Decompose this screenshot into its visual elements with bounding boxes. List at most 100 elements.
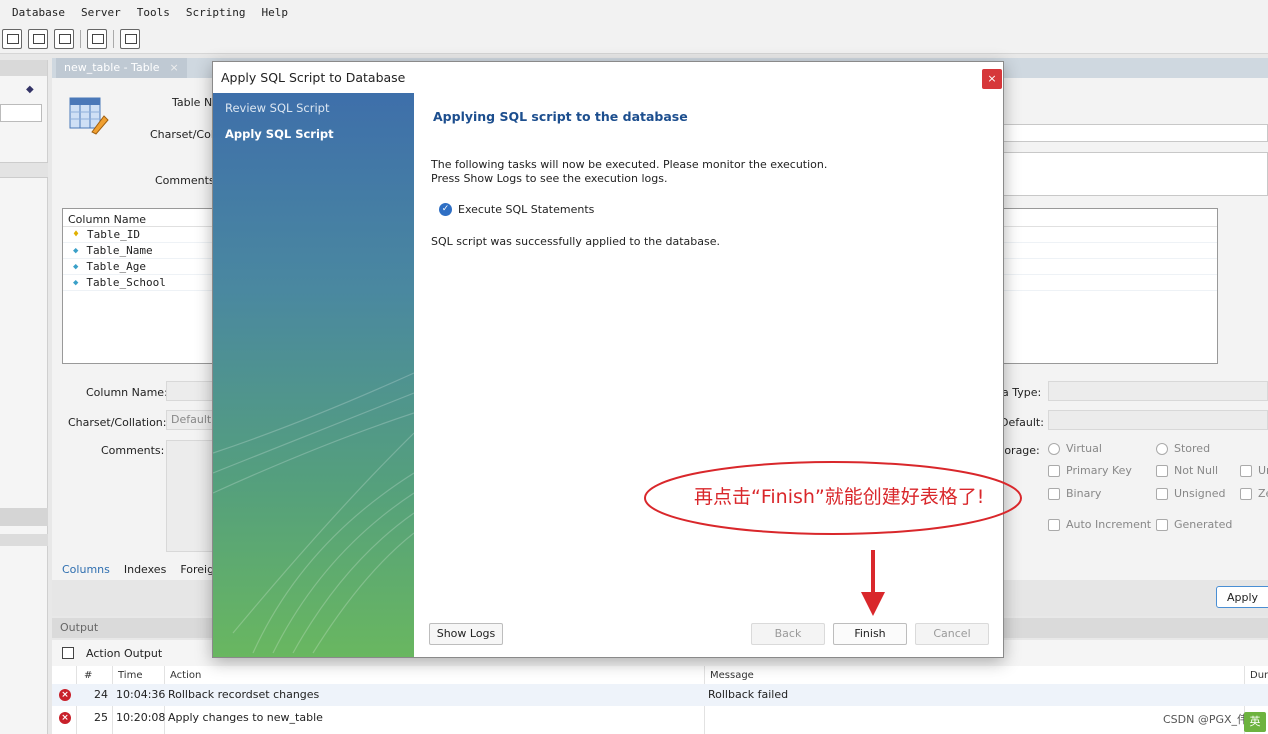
finish-button[interactable]: Finish	[833, 623, 907, 645]
column-name-field[interactable]	[166, 381, 214, 401]
tab-indexes[interactable]: Indexes	[124, 563, 166, 576]
inspect-icon[interactable]	[54, 28, 74, 49]
column-charset-select[interactable]: Default C	[166, 410, 214, 430]
data-type-label: a Type:	[1002, 386, 1042, 399]
intro-text: Press Show Logs to see the execution log…	[431, 172, 668, 185]
ime-indicator[interactable]: 英	[1244, 712, 1266, 732]
row-number: 24	[94, 688, 108, 701]
column-name: Table_School	[86, 276, 166, 289]
row-action: Apply changes to new_table	[168, 711, 323, 724]
col-time-header: Time	[118, 670, 143, 681]
close-icon[interactable]: ×	[982, 69, 1002, 89]
checkbox-box	[1048, 487, 1060, 500]
output-table: # Time Action Message Dur × 24 10:04:36 …	[52, 666, 1268, 734]
new-query-icon[interactable]	[2, 28, 22, 49]
tab-columns[interactable]: Columns	[62, 563, 110, 576]
checkbox-box	[1240, 464, 1252, 477]
table-name-label: Table N	[172, 96, 213, 109]
auto-increment-label: Auto Increment	[1066, 518, 1152, 531]
close-tab-icon[interactable]: ×	[170, 61, 179, 74]
row-time: 10:04:36	[116, 688, 166, 701]
col-action-header: Action	[170, 670, 202, 681]
stored-radio[interactable]: Stored	[1156, 442, 1210, 455]
binary-checkbox[interactable]: Binary	[1048, 487, 1101, 500]
copy-icon[interactable]	[62, 647, 74, 659]
checkbox-box	[1048, 518, 1060, 531]
menu-bar: Database Server Tools Scripting Help	[0, 0, 1268, 24]
default-field[interactable]	[1048, 410, 1268, 430]
navigator-section-bar	[0, 162, 48, 178]
table-row[interactable]: × 24 10:04:36 Rollback recordset changes…	[52, 684, 1268, 706]
back-button[interactable]: Back	[751, 623, 825, 645]
toolbar-separator	[113, 29, 114, 48]
reconnect-icon[interactable]	[120, 28, 140, 49]
row-number: 25	[94, 711, 108, 724]
menu-help[interactable]: Help	[261, 6, 288, 19]
table-comments-field[interactable]	[1002, 152, 1268, 196]
primary-key-icon: ♦	[73, 229, 80, 240]
navigator-toggle-icon[interactable]: ◆	[26, 84, 34, 95]
main-toolbar	[0, 24, 1268, 54]
menu-server[interactable]: Server	[81, 6, 121, 19]
row-action: Rollback recordset changes	[168, 688, 320, 701]
apply-button[interactable]: Apply	[1216, 586, 1268, 608]
output-selector[interactable]: Action Output	[86, 647, 162, 660]
primary-key-checkbox[interactable]: Primary Key	[1048, 464, 1132, 477]
toolbar-separator	[80, 29, 81, 48]
unsigned-checkbox[interactable]: Unsigned	[1156, 487, 1226, 500]
auto-increment-checkbox[interactable]: Auto Increment	[1048, 518, 1151, 531]
unique-checkbox[interactable]: Ur	[1240, 464, 1268, 477]
arrow-down-icon	[861, 550, 885, 616]
virtual-radio[interactable]: Virtual	[1048, 442, 1102, 455]
sidebar-decoration	[213, 372, 414, 654]
wizard-content: Applying SQL script to the database The …	[415, 93, 1003, 657]
navigator-panel: ◆	[0, 60, 48, 734]
watermark: CSDN @PGX_伟	[1163, 713, 1249, 726]
generated-label: Generated	[1174, 518, 1233, 531]
navigator-filter-input[interactable]	[0, 104, 42, 122]
collation-select[interactable]	[1002, 124, 1268, 142]
checkbox-box	[1156, 464, 1168, 477]
stored-label: Stored	[1174, 442, 1211, 455]
zerofill-label: Ze	[1258, 487, 1268, 500]
column-diamond-icon: ◆	[73, 277, 79, 288]
zerofill-checkbox[interactable]: Ze	[1240, 487, 1268, 500]
table-editor-icon	[69, 97, 109, 135]
result-text: SQL script was successfully applied to t…	[431, 235, 721, 248]
column-name: Table_ID	[87, 228, 141, 241]
error-icon: ×	[59, 689, 71, 701]
tab-label: new_table - Table	[64, 61, 160, 74]
unique-label: Ur	[1258, 464, 1268, 477]
cancel-button[interactable]: Cancel	[915, 623, 989, 645]
checkbox-box	[1156, 518, 1168, 531]
table-row[interactable]: × 25 10:20:08 Apply changes to new_table	[52, 707, 1268, 729]
data-type-field[interactable]	[1048, 381, 1268, 401]
annotation-text: 再点击“Finish”就能创建好表格了!	[694, 486, 985, 508]
menu-tools[interactable]: Tools	[137, 6, 170, 19]
column-diamond-icon: ◆	[73, 261, 79, 272]
show-logs-button[interactable]: Show Logs	[429, 623, 503, 645]
step-apply-sql: Apply SQL Script	[225, 127, 334, 141]
column-comments-field[interactable]	[166, 440, 214, 552]
radio-circle	[1156, 442, 1168, 455]
navigator-info-bar	[0, 508, 48, 526]
menu-database[interactable]: Database	[12, 6, 65, 19]
col-duration-header: Dur	[1250, 670, 1268, 681]
menu-scripting[interactable]: Scripting	[186, 6, 246, 19]
error-icon: ×	[59, 712, 71, 724]
col-message-header: Message	[710, 670, 754, 681]
storage-label: torage:	[1000, 444, 1040, 457]
tab-new-table[interactable]: new_table - Table ×	[56, 58, 187, 78]
page-title: Applying SQL script to the database	[433, 109, 688, 124]
not-null-label: Not Null	[1174, 464, 1219, 477]
row-message: Rollback failed	[708, 688, 789, 701]
tab-foreign-keys[interactable]: Foreig	[180, 563, 214, 576]
navigator-splitter[interactable]	[0, 534, 48, 546]
generated-checkbox[interactable]: Generated	[1156, 518, 1232, 531]
not-null-checkbox[interactable]: Not Null	[1156, 464, 1218, 477]
binary-label: Binary	[1066, 487, 1102, 500]
search-table-icon[interactable]	[87, 28, 107, 49]
open-script-icon[interactable]	[28, 28, 48, 49]
checkbox-box	[1240, 487, 1252, 500]
wizard-sidebar: Review SQL Script Apply SQL Script	[213, 93, 414, 657]
